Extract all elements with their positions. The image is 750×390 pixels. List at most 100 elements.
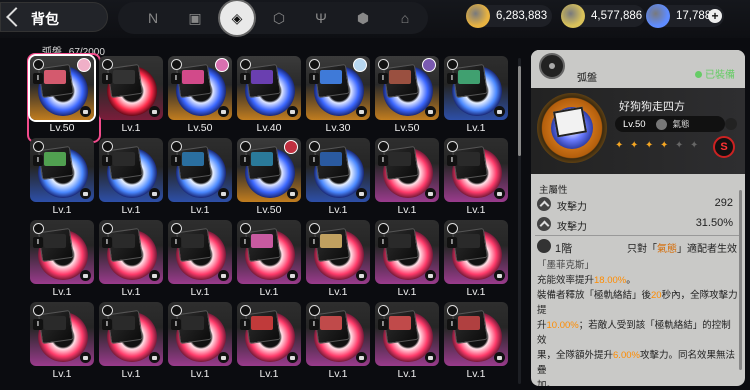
disc-card[interactable]: I xyxy=(30,138,94,202)
grid-scrollbar[interactable] xyxy=(518,58,521,384)
disc-slot[interactable]: I Lv.1 xyxy=(444,220,508,302)
element-icon xyxy=(447,59,458,70)
home-icon[interactable]: ⌂ xyxy=(394,7,416,29)
divider xyxy=(535,235,741,236)
lock-icon xyxy=(218,106,229,117)
element-icon xyxy=(33,141,44,152)
disc-art-icon xyxy=(251,152,273,166)
rank-icon: I xyxy=(309,237,319,248)
disc-slot[interactable]: I Lv.1 xyxy=(306,302,370,384)
disc-card[interactable]: I xyxy=(444,56,508,120)
rank-icon: I xyxy=(447,155,457,166)
disc-slot[interactable]: I Lv.30 xyxy=(306,56,370,138)
lock-icon xyxy=(149,352,160,363)
disc-card[interactable]: I xyxy=(168,138,232,202)
add-currency-button[interactable]: + xyxy=(708,9,722,23)
disc-card[interactable]: I xyxy=(237,302,301,366)
back-button[interactable]: 背包 xyxy=(0,2,108,32)
disc-slot[interactable]: I Lv.1 xyxy=(444,56,508,138)
disc-card[interactable]: I xyxy=(306,138,370,202)
rank-icon: I xyxy=(309,73,319,84)
device-icon[interactable]: ▣ xyxy=(184,7,206,29)
disc-card[interactable]: I xyxy=(99,302,163,366)
disc-slot[interactable]: I Lv.1 xyxy=(30,138,94,220)
disc-slot[interactable]: I Lv.1 xyxy=(237,302,301,384)
disc-card[interactable]: I xyxy=(168,220,232,284)
rank-icon: I xyxy=(240,73,250,84)
disc-slot[interactable]: I Lv.1 xyxy=(375,220,439,302)
disc-card[interactable]: I xyxy=(237,138,301,202)
disc-card[interactable]: I xyxy=(30,56,94,120)
disc-card[interactable]: I xyxy=(237,56,301,120)
disc-level: Lv.1 xyxy=(121,204,141,216)
disc-slot[interactable]: I Lv.1 xyxy=(168,138,232,220)
disc-card[interactable]: I xyxy=(306,56,370,120)
disc-slot[interactable]: I Lv.1 xyxy=(375,302,439,384)
disc-level: Lv.40 xyxy=(256,122,282,134)
detail-scrollbar[interactable] xyxy=(739,190,742,370)
disc-art-icon xyxy=(182,316,204,330)
disc-slot[interactable]: I Lv.1 xyxy=(30,302,94,384)
drive-disc-icon[interactable]: ◈ xyxy=(220,1,254,35)
disc-slot[interactable]: I Lv.1 xyxy=(30,220,94,302)
disc-art-icon xyxy=(113,234,135,248)
lock-icon xyxy=(218,270,229,281)
lock-icon xyxy=(356,270,367,281)
main-attribute-title: 主屬性 xyxy=(539,185,568,196)
disc-slot[interactable]: I Lv.1 xyxy=(444,302,508,384)
disc-card[interactable]: I xyxy=(237,220,301,284)
disc-slot[interactable]: I Lv.50 xyxy=(168,56,232,138)
disc-card[interactable]: I xyxy=(168,56,232,120)
disc-art-icon xyxy=(320,70,342,84)
element-icon xyxy=(240,59,251,70)
star-filled-icon: ✦ xyxy=(645,140,654,151)
disc-card[interactable]: I xyxy=(375,56,439,120)
rank-icon: I xyxy=(378,73,388,84)
disc-name-panel: 好狗狗走四方 Lv.50 氣態 ✦ ✦ ✦ ✦ ✦ ✦ S xyxy=(531,88,745,174)
disc-slot[interactable]: I Lv.1 xyxy=(99,138,163,220)
cube-icon[interactable]: ⬡ xyxy=(268,7,290,29)
disc-card[interactable]: I xyxy=(99,138,163,202)
page-title: 背包 xyxy=(31,11,59,27)
disc-slot[interactable]: I Lv.1 xyxy=(168,220,232,302)
disc-art-icon xyxy=(458,316,480,330)
disc-slot[interactable]: I Lv.1 xyxy=(306,138,370,220)
lock-icon xyxy=(287,188,298,199)
disc-slot[interactable]: I Lv.1 xyxy=(306,220,370,302)
rank-s-icon: S xyxy=(713,136,735,158)
n-logo-icon[interactable]: N xyxy=(142,7,164,29)
disc-slot[interactable]: I Lv.1 xyxy=(444,138,508,220)
disc-slot[interactable]: I Lv.50 xyxy=(375,56,439,138)
disc-card[interactable]: I xyxy=(444,302,508,366)
disc-card[interactable]: I xyxy=(375,302,439,366)
disc-card[interactable]: I xyxy=(375,138,439,202)
disc-card[interactable]: I xyxy=(168,302,232,366)
disc-slot[interactable]: I Lv.40 xyxy=(237,56,301,138)
disc-slot[interactable]: I Lv.1 xyxy=(375,138,439,220)
disc-card[interactable]: I xyxy=(444,220,508,284)
fork-knife-icon[interactable]: Ψ xyxy=(310,7,332,29)
disc-card[interactable]: I xyxy=(306,220,370,284)
disc-slot[interactable]: I Lv.1 xyxy=(99,220,163,302)
disc-slot[interactable]: I Lv.1 xyxy=(237,220,301,302)
disc-slot[interactable]: I Lv.50 xyxy=(237,138,301,220)
disc-card[interactable]: I xyxy=(306,302,370,366)
disc-slot[interactable]: I Lv.1 xyxy=(99,302,163,384)
package-icon[interactable]: ⬢ xyxy=(352,7,374,29)
disc-slot[interactable]: I Lv.50 xyxy=(27,53,101,143)
scrollbar-thumb[interactable] xyxy=(518,66,521,156)
lock-icon xyxy=(356,352,367,363)
disc-card[interactable]: I xyxy=(99,56,163,120)
disc-card[interactable]: I xyxy=(30,302,94,366)
condition-agent: 氣態 xyxy=(657,244,677,255)
disc-slot[interactable]: I Lv.1 xyxy=(168,302,232,384)
lock-icon xyxy=(494,188,505,199)
disc-card[interactable]: I xyxy=(30,220,94,284)
disc-card[interactable]: I xyxy=(99,220,163,284)
lock-toggle-icon[interactable] xyxy=(725,118,737,130)
disc-card[interactable]: I xyxy=(375,220,439,284)
disc-card[interactable]: I xyxy=(444,138,508,202)
disc-level: Lv.50 xyxy=(623,118,646,130)
disc-slot[interactable]: I Lv.1 xyxy=(99,56,163,138)
element-icon xyxy=(102,141,113,152)
